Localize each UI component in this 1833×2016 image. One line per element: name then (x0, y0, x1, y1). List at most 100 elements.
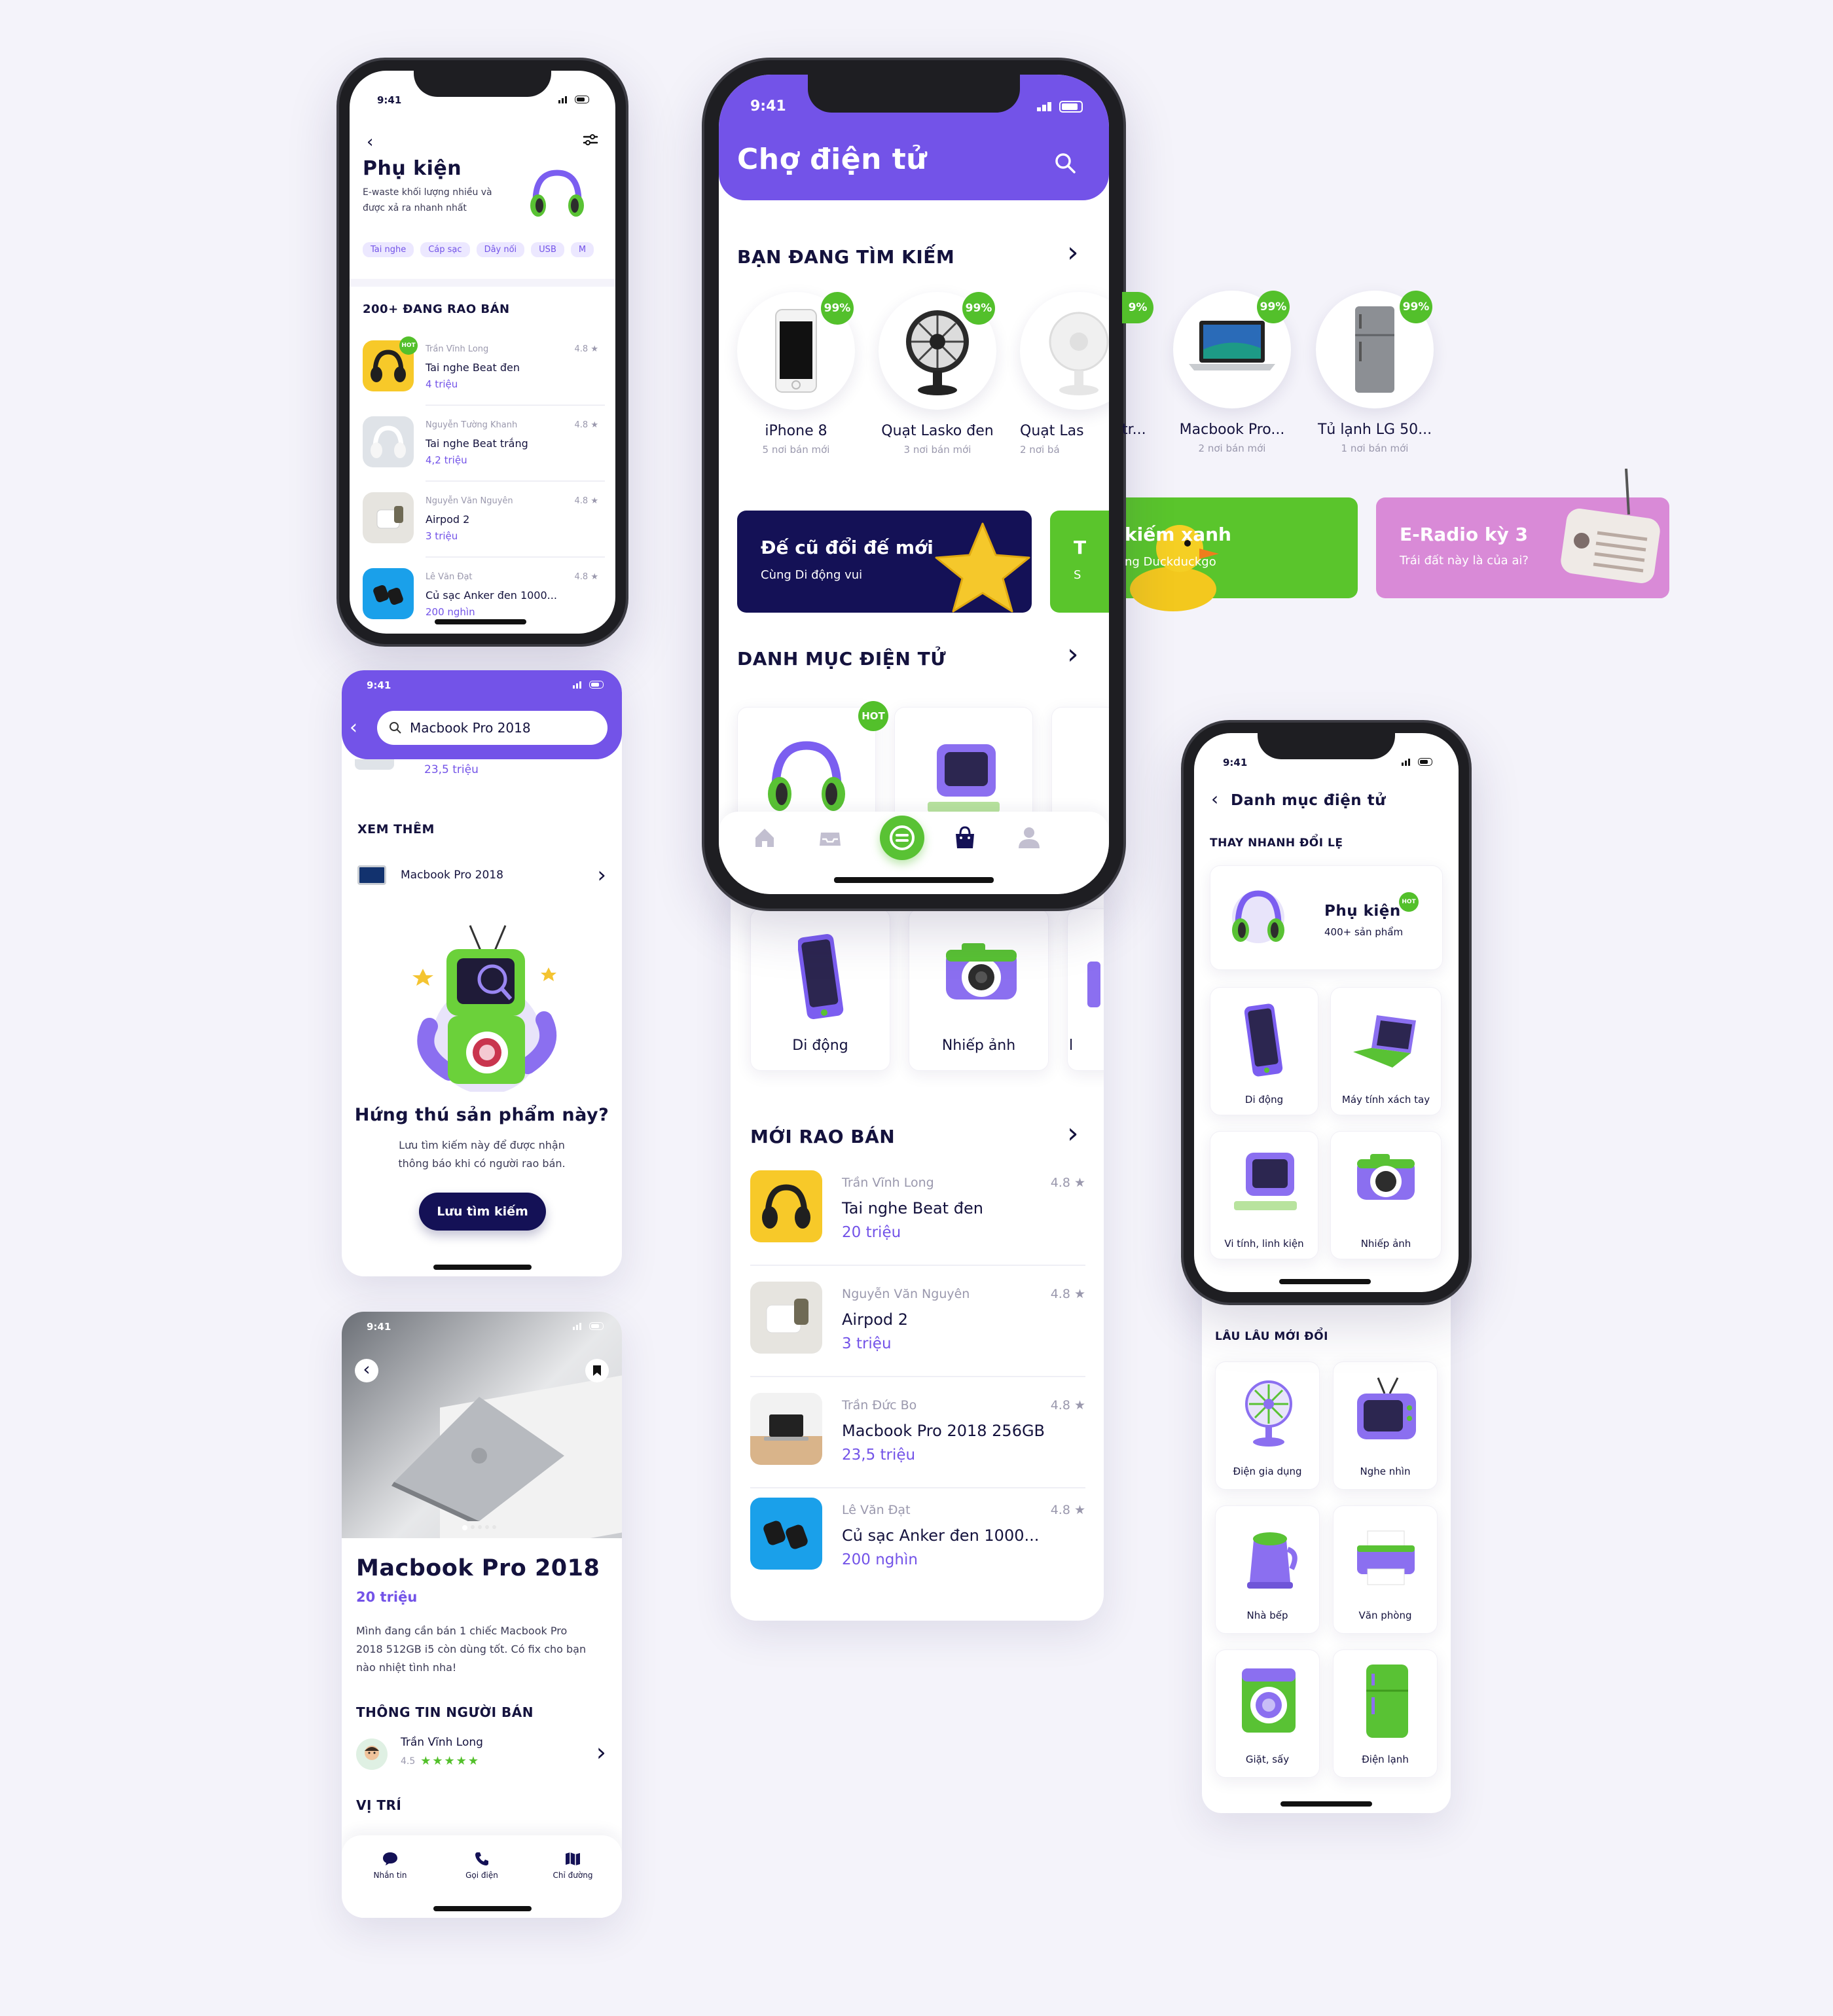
product-price: 4,2 triệu (426, 454, 467, 466)
search-icon (389, 721, 402, 734)
divider (426, 556, 605, 558)
home-indicator (1279, 1279, 1371, 1284)
recent-search-item[interactable]: Quạt Las 2 nơi bá (1020, 292, 1109, 456)
phone-detail: 9:41 ‹ Macbook Pro 2018 20 triệu Mình đa… (342, 1312, 622, 1918)
recent-search-item[interactable]: 99% Macbook Pro... 2 nơi bán mới (1173, 291, 1291, 454)
product-thumbnail (363, 416, 414, 467)
banner-green[interactable]: T S (1050, 511, 1109, 613)
section-title: DANH MỤC ĐIỆN TỬ (737, 648, 947, 670)
recent-search-item[interactable]: 99% iPhone 8 5 nơi bán mới (737, 292, 855, 456)
hot-badge: HOT (858, 701, 888, 731)
category-card[interactable]: Nghe nhìn (1333, 1361, 1438, 1490)
chevron-right-icon[interactable]: › (1067, 640, 1079, 669)
directions-button[interactable]: Chỉ đường (543, 1851, 602, 1880)
chip[interactable]: Tai nghe (363, 242, 414, 257)
home-indicator (433, 1265, 532, 1270)
product-price: 23,5 triệu (842, 1447, 916, 1464)
featured-sub: 400+ sản phẩm (1324, 926, 1404, 938)
category-card[interactable]: Vi tính, linh kiện (1210, 1131, 1318, 1259)
item-sub: 3 nơi bán mới (903, 444, 971, 456)
product-name: Tai nghe Beat đen (842, 1199, 983, 1217)
mobile-phone-icon (798, 933, 844, 1024)
filter-icon[interactable] (583, 134, 598, 147)
back-button[interactable]: ‹ (355, 1359, 378, 1382)
profile-icon[interactable] (1015, 823, 1044, 852)
chevron-right-icon[interactable]: › (1067, 1119, 1079, 1148)
chip[interactable]: USB (531, 242, 564, 257)
chip[interactable]: Cáp sạc (420, 242, 470, 257)
category-label: Vi tính, linh kiện (1224, 1238, 1304, 1250)
product-name: Macbook Pro 2018 256GB (842, 1422, 1045, 1440)
main-continuation: Di động Nhiếp ảnh l MỚI RAO BÁN › Trần V… (731, 877, 1104, 1621)
phone-icon (456, 1851, 508, 1867)
list-item[interactable]: Trần Vĩnh Long 4.8 ★ Tai nghe Beat đen 2… (750, 1170, 1085, 1248)
category-card[interactable]: Di động (750, 909, 890, 1071)
category-card[interactable]: Di động (1210, 987, 1318, 1115)
seller-card[interactable]: Trần Vĩnh Long 4.5 ★★★★★ › (356, 1735, 609, 1774)
list-item[interactable]: Nguyễn Tường Khanh 4.8 ★ Tai nghe Beat t… (363, 416, 605, 473)
seller-name: Trần Vĩnh Long (842, 1176, 934, 1190)
featured-category-card[interactable]: Phụ kiện 400+ sản phẩm HOT (1210, 865, 1443, 970)
list-item[interactable]: Trần Đức Bo 4.8 ★ Macbook Pro 2018 256GB… (750, 1393, 1085, 1470)
divider (426, 405, 605, 406)
chip[interactable]: M (570, 242, 594, 257)
percentage-badge: 99% (821, 292, 854, 325)
category-label: l (1069, 1037, 1074, 1054)
category-card[interactable]: Máy tính xách tay (1330, 987, 1442, 1115)
shopping-bag-icon[interactable] (951, 823, 979, 852)
banner-trade-in[interactable]: Đế cũ đổi đế mới Cùng Di động vui (737, 511, 1032, 613)
list-item[interactable]: Nguyễn Văn Nguyên 4.8 ★ Airpod 2 3 triệu (363, 492, 605, 549)
category-card[interactable]: Nhà bếp (1215, 1505, 1320, 1634)
category-card[interactable]: Điện lạnh (1333, 1649, 1438, 1778)
back-icon[interactable]: ‹ (350, 716, 357, 739)
laptop-thumbnail (357, 865, 386, 885)
exchange-icon[interactable] (880, 816, 924, 860)
back-icon[interactable]: ‹ (367, 132, 373, 152)
home-icon[interactable] (750, 823, 779, 852)
message-button[interactable]: Nhắn tin (364, 1851, 416, 1880)
category-card[interactable]: Văn phòng (1333, 1505, 1438, 1634)
list-item[interactable]: HOT Trần Vĩnh Long 4.8 ★ Tai nghe Beat đ… (363, 336, 605, 397)
save-search-button[interactable]: Lưu tìm kiếm (419, 1193, 546, 1231)
back-icon[interactable]: ‹ (1211, 788, 1218, 810)
seller-name: Nguyễn Tường Khanh (426, 420, 518, 430)
product-price: 200 nghìn (426, 606, 475, 618)
category-card[interactable]: Điện gia dụng (1215, 1361, 1320, 1490)
category-card[interactable]: Nhiếp ảnh (1330, 1131, 1442, 1259)
section-title: LÂU LÂU MỚI ĐỔI (1215, 1330, 1328, 1343)
home-indicator (834, 877, 994, 883)
home-indicator (433, 1906, 532, 1911)
search-input[interactable]: Macbook Pro 2018 (377, 711, 608, 745)
category-card[interactable]: Giặt, sấy (1215, 1649, 1320, 1778)
item-sub: 2 nơi bá (1020, 444, 1060, 456)
product-thumbnail (750, 1170, 822, 1242)
product-thumbnail (750, 1393, 822, 1465)
recent-search-item[interactable]: 99% Quạt Lasko đen 3 nơi bán mới (879, 292, 996, 456)
chip[interactable]: Dây nối (476, 242, 525, 257)
product-circle (1020, 292, 1109, 410)
bookmark-icon[interactable] (585, 1359, 609, 1382)
divider (750, 1487, 1085, 1488)
product-title: Macbook Pro 2018 (356, 1555, 600, 1581)
search-icon[interactable] (1054, 152, 1076, 174)
category-card[interactable]: l (1067, 909, 1104, 1071)
inbox-icon[interactable] (816, 823, 844, 852)
chevron-right-icon[interactable]: › (1067, 238, 1079, 267)
page-title: Chợ điện tử (737, 143, 928, 176)
seller-name: Trần Vĩnh Long (401, 1736, 483, 1749)
product-name: Củ sạc Anker đen 1000... (426, 589, 557, 602)
category-card[interactable]: Nhiếp ảnh (909, 909, 1049, 1071)
status-icons (1402, 758, 1432, 766)
call-button[interactable]: Gọi điện (456, 1851, 508, 1880)
list-item[interactable]: Lê Văn Đạt 4.8 ★ Củ sạc Anker đen 1000..… (363, 568, 605, 624)
banner-title: T (1074, 537, 1087, 558)
product-thumbnail (750, 1282, 822, 1354)
list-item[interactable]: Nguyễn Văn Nguyên 4.8 ★ Airpod 2 3 triệu (750, 1282, 1085, 1359)
percentage-badge: 99% (962, 292, 995, 325)
rating: 4.8 ★ (574, 572, 598, 582)
list-item[interactable]: Lê Văn Đạt 4.8 ★ Củ sạc Anker đen 1000..… (750, 1498, 1085, 1575)
more-item[interactable]: Macbook Pro 2018 › (357, 854, 606, 897)
recent-search-item[interactable]: 99% Tủ lạnh LG 50... 1 nơi bán mới (1316, 291, 1434, 454)
divider (750, 1265, 1085, 1266)
banner-radio[interactable]: E-Radio kỳ 3 Trái đất này là của ai? (1376, 469, 1669, 598)
